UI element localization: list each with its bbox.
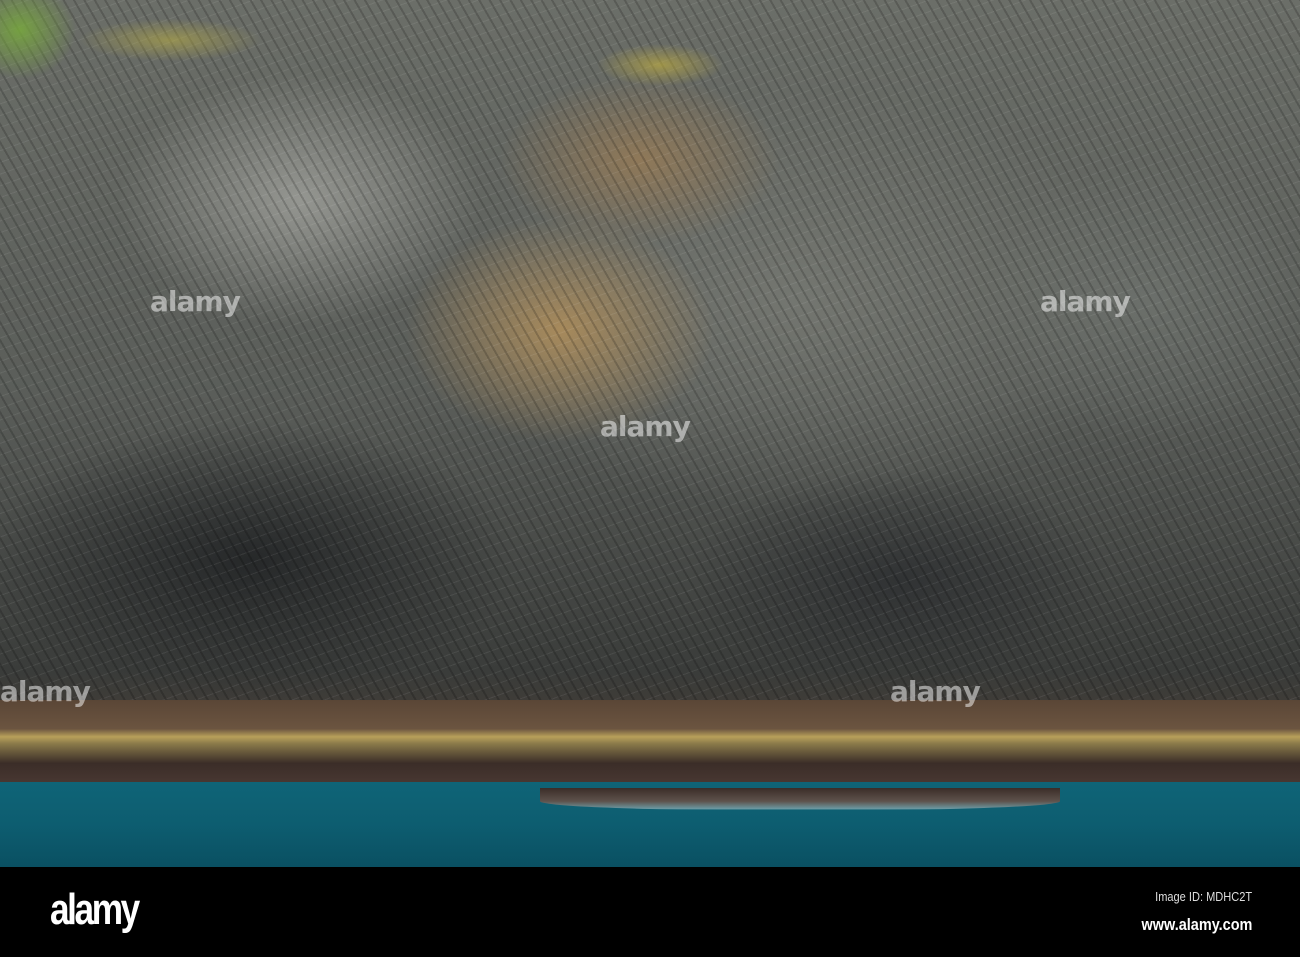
- photo: alamy alamy alamy alamy alamy: [0, 0, 1300, 867]
- rock-ledge: [540, 788, 1060, 810]
- moss-patches: [0, 0, 760, 100]
- watermark-bar: alamy Image ID: MDHC2T www.alamy.com: [0, 867, 1300, 957]
- watermark-logo: alamy: [890, 675, 981, 708]
- watermark-logo: alamy: [600, 410, 691, 443]
- image-id: Image ID: MDHC2T: [1154, 889, 1252, 904]
- watermark-logo: alamy: [1040, 285, 1131, 318]
- website-link: www.alamy.com: [1141, 915, 1252, 934]
- column-texture: [0, 0, 1300, 720]
- alamy-logo: alamy: [50, 885, 140, 934]
- watermark-logo: alamy: [0, 675, 91, 708]
- watermark-logo: alamy: [150, 285, 241, 318]
